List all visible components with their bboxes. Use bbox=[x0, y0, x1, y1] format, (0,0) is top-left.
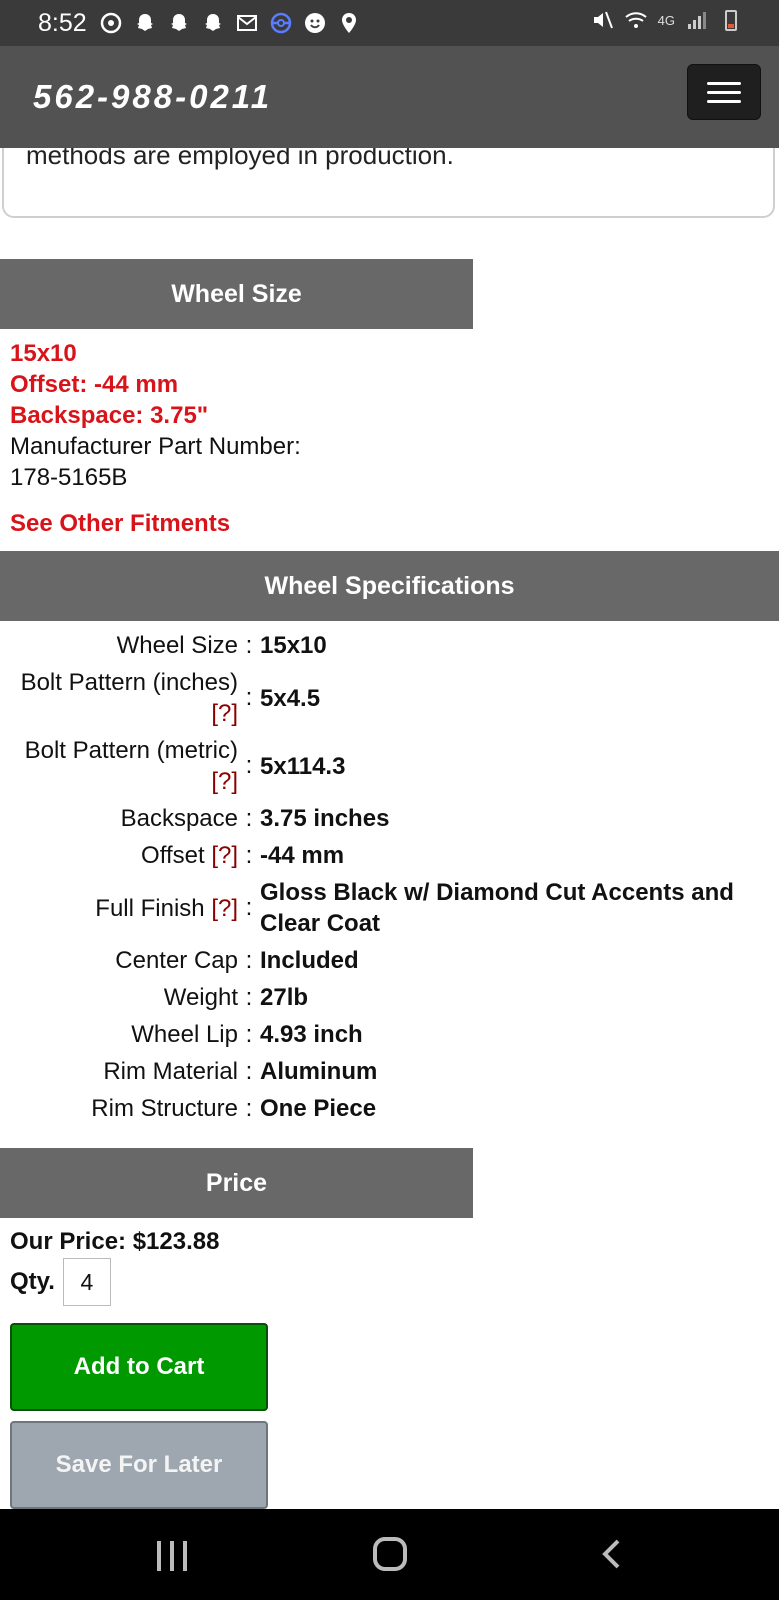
help-link[interactable]: [?] bbox=[211, 842, 238, 869]
spec-row-weight: Weight : 27lb bbox=[0, 982, 779, 1013]
status-bar: 8:52 4G bbox=[0, 0, 779, 46]
notification-icons bbox=[99, 11, 361, 35]
spec-label: Bolt Pattern (inches) [?] bbox=[20, 669, 238, 727]
wheel-size-info: 15x10 Offset: -44 mm Backspace: 3.75" Ma… bbox=[10, 338, 301, 493]
spec-value: Included bbox=[260, 947, 359, 974]
spec-label: Offset [?] bbox=[141, 842, 238, 869]
qty-label: Qty. bbox=[10, 1268, 55, 1295]
network-type: 4G bbox=[657, 12, 675, 28]
signal-icon bbox=[688, 12, 706, 29]
spec-value: Aluminum bbox=[260, 1058, 378, 1085]
spec-value: -44 mm bbox=[260, 842, 345, 869]
spec-row-bolt-pattern-inches: Bolt Pattern (inches) [?] : 5x4.5 bbox=[0, 667, 779, 729]
spec-value: 5x114.3 bbox=[260, 752, 346, 780]
spec-row-wheel-lip: Wheel Lip : 4.93 inch bbox=[0, 1019, 779, 1050]
quantity-input[interactable] bbox=[62, 1258, 111, 1306]
spec-label: Rim Material bbox=[103, 1058, 238, 1085]
system-navigation-bar bbox=[0, 1509, 779, 1600]
mpn-value: 178-5165B bbox=[10, 464, 128, 491]
see-other-fitments-link[interactable]: See Other Fitments bbox=[10, 510, 230, 538]
price-heading-text: Price bbox=[205, 1168, 268, 1197]
home-icon[interactable] bbox=[373, 1537, 407, 1571]
mpn-label: Manufacturer Part Number: bbox=[10, 433, 301, 460]
add-to-cart-button[interactable]: Add to Cart bbox=[10, 1323, 268, 1411]
backspace-value: Backspace: 3.75" bbox=[10, 402, 209, 429]
save-for-later-button[interactable]: Save For Later bbox=[10, 1421, 268, 1509]
spec-row-rim-material: Rim Material : Aluminum bbox=[0, 1056, 779, 1087]
spec-value: 4.93 inch bbox=[260, 1021, 363, 1048]
site-header: 562-988-0211 bbox=[0, 46, 779, 148]
wheel-specifications-heading-text: Wheel Specifications bbox=[264, 571, 515, 600]
spec-label: Center Cap bbox=[115, 947, 238, 974]
wheel-size-heading: Wheel Size bbox=[0, 259, 473, 329]
spec-row-center-cap: Center Cap : Included bbox=[0, 945, 779, 976]
wheel-specifications-heading: Wheel Specifications bbox=[0, 551, 779, 621]
spec-value: 5x4.5 bbox=[260, 684, 321, 712]
spec-row-offset: Offset [?] : -44 mm bbox=[0, 840, 779, 871]
spec-row-rim-structure: Rim Structure : One Piece bbox=[0, 1093, 779, 1124]
hamburger-menu-button[interactable] bbox=[687, 64, 761, 120]
spec-label: Wheel Size bbox=[116, 632, 238, 659]
mute-icon bbox=[593, 11, 613, 29]
hamburger-icon bbox=[707, 99, 741, 103]
our-price: Our Price: $123.88 bbox=[10, 1228, 220, 1255]
snapchat-icon bbox=[136, 14, 153, 31]
spec-row-bolt-pattern-metric: Bolt Pattern (metric) [?] : 5x114.3 bbox=[0, 735, 779, 797]
phone-number-link[interactable]: 562-988-0211 bbox=[33, 78, 272, 116]
location-icon bbox=[341, 13, 356, 33]
pokeball-icon bbox=[270, 12, 291, 34]
spec-label: Weight bbox=[163, 984, 238, 1011]
spec-value: 27lb bbox=[260, 984, 309, 1011]
snapchat-icon bbox=[204, 14, 221, 31]
clock: 8:52 bbox=[38, 8, 87, 37]
quantity-row: Qty. bbox=[10, 1258, 111, 1306]
help-link[interactable]: [?] bbox=[211, 768, 238, 795]
spec-row-backspace: Backspace : 3.75 inches bbox=[0, 803, 779, 834]
help-link[interactable]: [?] bbox=[211, 895, 238, 922]
hamburger-icon bbox=[707, 81, 741, 85]
system-icons: 4G bbox=[590, 8, 743, 32]
spec-value: 3.75 inches bbox=[260, 805, 390, 832]
spec-value: 15x10 bbox=[260, 632, 327, 659]
wifi-icon bbox=[625, 12, 647, 28]
spec-label: Backspace bbox=[120, 805, 238, 832]
smiley-icon bbox=[304, 13, 325, 33]
battery-icon bbox=[725, 10, 737, 31]
spec-value: One Piece bbox=[260, 1095, 377, 1122]
wheel-size-value: 15x10 bbox=[10, 340, 77, 367]
gmail-icon bbox=[236, 15, 257, 31]
wheel-size-heading-text: Wheel Size bbox=[171, 279, 302, 308]
specifications-table: Wheel Size : 15x10 Bolt Pattern (inches)… bbox=[0, 630, 779, 1130]
recent-apps-icon[interactable] bbox=[157, 1541, 187, 1571]
spec-label: Rim Structure bbox=[91, 1095, 238, 1122]
spec-row-wheel-size: Wheel Size : 15x10 bbox=[0, 630, 779, 661]
spec-value: Gloss Black w/ Diamond Cut Accents and C… bbox=[260, 879, 734, 937]
spec-label: Wheel Lip bbox=[131, 1021, 238, 1048]
spec-label: Full Finish [?] bbox=[95, 894, 238, 922]
offset-value: Offset: -44 mm bbox=[10, 371, 179, 398]
spec-row-full-finish: Full Finish [?] : Gloss Black w/ Diamond… bbox=[0, 877, 779, 939]
spec-label: Bolt Pattern (metric) [?] bbox=[24, 737, 238, 795]
back-icon[interactable] bbox=[596, 1537, 630, 1571]
help-link[interactable]: [?] bbox=[211, 700, 238, 727]
price-heading: Price bbox=[0, 1148, 473, 1218]
sync-icon bbox=[100, 12, 121, 34]
hamburger-icon bbox=[707, 90, 741, 94]
snapchat-icon bbox=[170, 14, 187, 31]
